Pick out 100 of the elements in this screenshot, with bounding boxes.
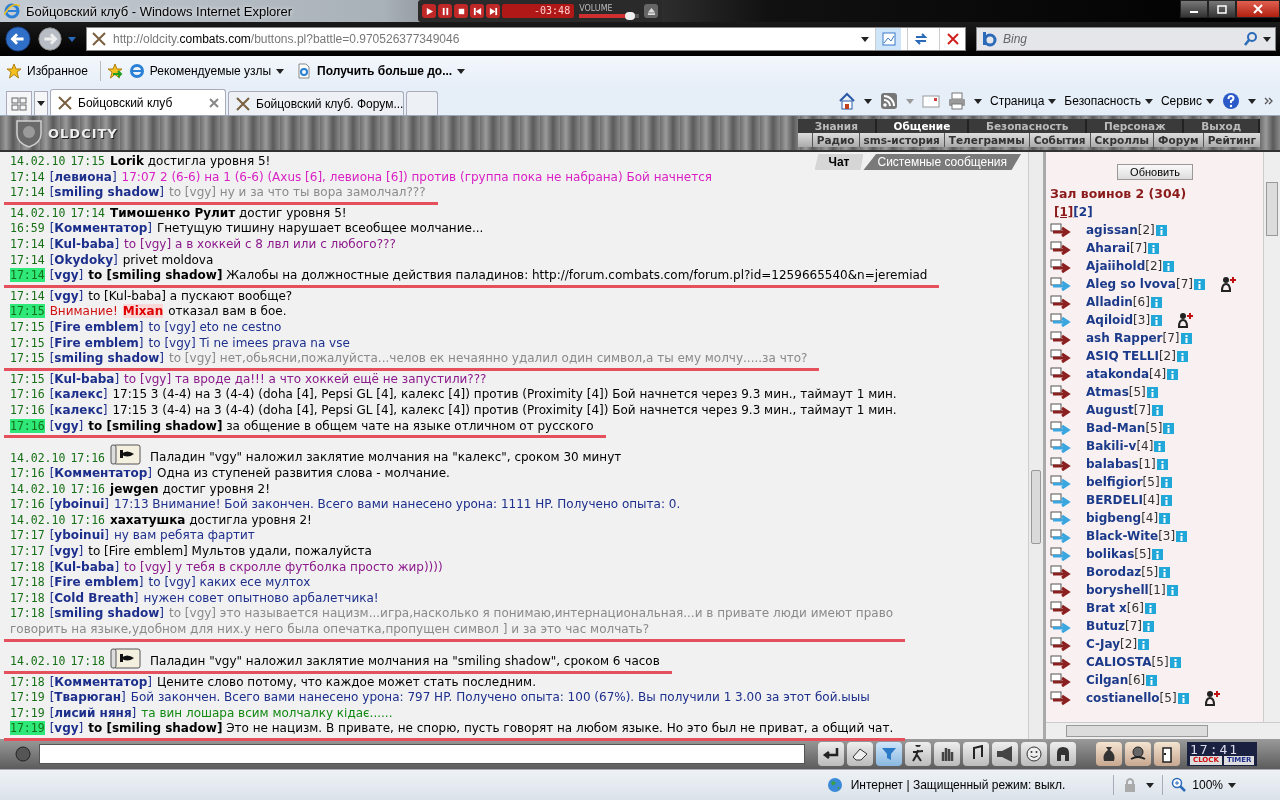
private-message-icon[interactable] — [1050, 331, 1072, 345]
info-icon[interactable] — [1142, 620, 1154, 632]
bag-button[interactable] — [1096, 742, 1122, 766]
chat-author[interactable]: [Комментатор] — [49, 221, 152, 236]
info-icon[interactable] — [1146, 386, 1158, 398]
submenu-link[interactable]: Телеграммы — [943, 133, 1029, 147]
info-icon[interactable] — [1180, 332, 1192, 344]
chat-author[interactable]: [Kul-baba] — [49, 559, 120, 574]
submenu-link[interactable]: Рейтинг — [1202, 133, 1260, 147]
page-link[interactable]: [1] — [1054, 205, 1074, 219]
private-message-icon[interactable] — [1050, 691, 1072, 705]
info-icon[interactable] — [1138, 638, 1150, 650]
pause-button[interactable] — [438, 4, 453, 18]
info-icon[interactable] — [1163, 260, 1175, 272]
info-icon[interactable] — [1151, 404, 1163, 416]
favorites-button[interactable]: Избранное — [6, 63, 88, 79]
chat-author[interactable]: [smiling shadow] — [49, 351, 164, 366]
submenu-link[interactable]: Форум — [1153, 133, 1203, 147]
info-icon[interactable] — [1156, 458, 1168, 470]
caret-icon[interactable] — [861, 36, 869, 42]
private-message-icon[interactable] — [1050, 349, 1072, 363]
scrollbar[interactable] — [1046, 722, 1280, 739]
search-box[interactable]: Bing — [976, 27, 1276, 51]
user-name[interactable]: Bad-Man — [1086, 421, 1146, 435]
private-message-icon[interactable] — [1050, 241, 1072, 255]
chat-author[interactable]: [левиона] — [49, 169, 117, 184]
maximize-button[interactable] — [1208, 0, 1236, 18]
chat-author[interactable]: [Комментатор] — [49, 674, 152, 689]
private-message-icon[interactable] — [1050, 259, 1072, 273]
chat-author[interactable]: [smiling shadow] — [49, 606, 164, 621]
user-name[interactable]: BERDELI — [1086, 493, 1143, 507]
scrollbar-thumb[interactable] — [1031, 470, 1041, 544]
chat-author[interactable]: [Fire emblem] — [49, 575, 144, 590]
close-button[interactable] — [1236, 0, 1280, 18]
private-message-icon[interactable] — [1050, 223, 1072, 237]
info-icon[interactable] — [1159, 512, 1171, 524]
player-name[interactable]: Mixan — [122, 304, 164, 319]
user-name[interactable]: Cilgan — [1086, 673, 1129, 687]
info-icon[interactable] — [1159, 566, 1171, 578]
chat-input[interactable] — [39, 744, 805, 764]
forward-button[interactable] — [36, 25, 64, 53]
private-message-icon[interactable] — [1050, 673, 1072, 687]
stop-button[interactable] — [454, 4, 469, 18]
chat-author[interactable]: [калекс] — [49, 402, 108, 417]
page-link[interactable]: [2] — [1073, 205, 1093, 219]
chat-author[interactable]: [yboinui] — [49, 497, 109, 512]
back-button[interactable] — [4, 25, 32, 53]
chat-author[interactable]: [Тварюган] — [49, 690, 126, 705]
person-plus-icon[interactable] — [1202, 690, 1221, 706]
add-favorite-icon[interactable] — [106, 63, 123, 79]
private-message-icon[interactable] — [1050, 385, 1072, 399]
user-name[interactable]: atakonda — [1086, 367, 1150, 381]
chat-author[interactable]: [Cold Breath] — [49, 590, 139, 605]
chat-author[interactable]: [vgy] — [49, 721, 84, 736]
command-menu[interactable]: Безопасность — [1064, 94, 1153, 108]
user-name[interactable]: costianello — [1086, 691, 1160, 705]
user-name[interactable]: CALIOSTA — [1086, 655, 1152, 669]
caret-icon[interactable] — [1248, 98, 1256, 104]
user-name[interactable]: Butuz — [1086, 619, 1125, 633]
private-message-icon[interactable] — [1050, 403, 1072, 417]
user-name[interactable]: August — [1086, 403, 1134, 417]
user-name[interactable]: Alladin — [1086, 295, 1133, 309]
mail-icon[interactable] — [921, 92, 940, 110]
caret-icon[interactable] — [1263, 36, 1271, 42]
chat-author[interactable]: [vgy] — [49, 418, 84, 433]
eraser-button[interactable] — [847, 742, 873, 766]
scrollbar[interactable] — [1263, 152, 1280, 723]
chat-tab[interactable]: Чат — [814, 154, 864, 170]
speaker-button[interactable] — [992, 742, 1018, 766]
info-icon[interactable] — [1169, 656, 1181, 668]
search-input[interactable]: Bing — [1001, 31, 1239, 47]
info-icon[interactable] — [1152, 548, 1164, 560]
private-message-icon[interactable] — [1050, 367, 1072, 381]
chat-tab[interactable]: Системные сообщения — [863, 154, 1021, 170]
figure-button[interactable] — [905, 742, 931, 766]
info-icon[interactable] — [1176, 350, 1188, 362]
info-icon[interactable] — [1163, 422, 1175, 434]
user-name[interactable]: C-Jay — [1086, 637, 1121, 651]
search-icon[interactable] — [1243, 31, 1259, 47]
scrollbar-thumb[interactable] — [1266, 182, 1278, 236]
user-name[interactable]: Aleg so lvova — [1086, 277, 1176, 291]
user-name[interactable]: Atmas — [1086, 385, 1129, 399]
chat-author[interactable]: [калекс] — [49, 387, 108, 402]
browser-tab[interactable]: Бойцовский клуб — [50, 89, 226, 115]
chat-author[interactable]: [Kul-baba] — [49, 236, 120, 251]
private-message-icon[interactable] — [1050, 655, 1072, 669]
compatibility-view-button[interactable] — [875, 28, 901, 50]
info-icon[interactable] — [1160, 494, 1172, 506]
info-icon[interactable] — [1155, 224, 1167, 236]
private-message-icon[interactable] — [1050, 565, 1072, 579]
zoom-button[interactable]: 100% — [1171, 777, 1236, 793]
chat-author[interactable]: [Комментатор] — [49, 466, 152, 481]
user-name[interactable]: Aharai — [1086, 241, 1131, 255]
submenu-link[interactable]: Радио — [811, 133, 859, 147]
refresh-button[interactable]: Обновить — [1117, 164, 1193, 180]
rss-icon[interactable] — [879, 92, 898, 110]
user-name[interactable]: ASIQ TELLI — [1086, 349, 1159, 363]
submenu-link[interactable]: Скроллы — [1089, 133, 1154, 147]
next-button[interactable] — [486, 4, 501, 18]
user-name[interactable]: boryshell — [1086, 583, 1149, 597]
